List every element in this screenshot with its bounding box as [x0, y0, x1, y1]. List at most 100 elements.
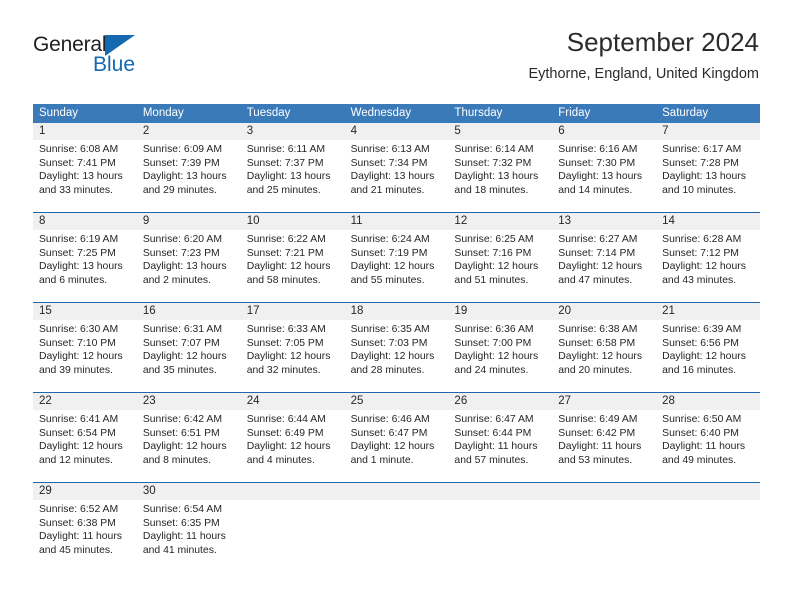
calendar-day-cell[interactable]: 15 Sunrise: 6:30 AM Sunset: 7:10 PM Dayligh…: [33, 303, 137, 392]
calendar-day-cell[interactable]: 6 Sunrise: 6:16 AM Sunset: 7:30 PM Daylight…: [552, 123, 656, 212]
day-details: Sunrise: 6:46 AM Sunset: 6:47 PM Daylight:…: [351, 413, 443, 467]
day-details: Sunrise: 6:09 AM Sunset: 7:39 PM Daylight:…: [143, 143, 235, 197]
sunrise-text: Sunrise: 6:54 AM: [142, 504, 222, 515]
sunset-text: Sunset: 7:39 PM: [142, 157, 220, 169]
daylight-text-line2: and 25 minutes.: [246, 184, 321, 196]
daylight-text-line2: and 57 minutes.: [454, 454, 529, 466]
day-number: 16: [142, 305, 156, 317]
sunrise-text: Sunrise: 6:38 AM: [558, 324, 638, 335]
calendar-day-cell[interactable]: 4 Sunrise: 6:13 AM Sunset: 7:34 PM Daylight…: [345, 123, 449, 212]
sunset-text: Sunset: 7:10 PM: [39, 337, 116, 349]
sunset-text: Sunset: 6:51 PM: [142, 427, 220, 439]
calendar-day-cell[interactable]: 13 Sunrise: 6:27 AM Sunset: 7:14 PM Dayligh…: [552, 213, 656, 302]
brand-logo[interactable]: General Blue: [33, 34, 253, 94]
sunset-text: Sunset: 7:21 PM: [246, 247, 324, 259]
calendar-day-cell[interactable]: 5 Sunrise: 6:14 AM Sunset: 7:32 PM Daylight…: [448, 123, 552, 212]
daylight-text-line2: and 1 minute.: [350, 454, 414, 466]
day-details: Sunrise: 6:44 AM Sunset: 6:49 PM Daylight:…: [247, 413, 339, 467]
sunrise-text: Sunrise: 6:47 AM: [454, 414, 534, 425]
calendar-day-cell[interactable]: 21 Sunrise: 6:39 AM Sunset: 6:56 PM Dayligh…: [656, 303, 760, 392]
calendar-day-cell[interactable]: 24 Sunrise: 6:44 AM Sunset: 6:49 PM Dayligh…: [241, 393, 345, 482]
calendar-week-row: 29 Sunrise: 6:52 AM Sunset: 6:38 PM Dayligh…: [33, 482, 760, 571]
day-number: 24: [246, 395, 260, 407]
calendar-day-cell[interactable]: 19 Sunrise: 6:36 AM Sunset: 7:00 PM Dayligh…: [448, 303, 552, 392]
calendar-day-cell[interactable]: 16 Sunrise: 6:31 AM Sunset: 7:07 PM Dayligh…: [137, 303, 241, 392]
calendar-day-cell[interactable]: 17 Sunrise: 6:33 AM Sunset: 7:05 PM Dayligh…: [241, 303, 345, 392]
day-details: Sunrise: 6:14 AM Sunset: 7:32 PM Daylight:…: [454, 143, 546, 197]
calendar-cell-empty: [552, 483, 656, 571]
daylight-text-line1: Daylight: 12 hours: [39, 441, 123, 453]
weekday-header-saturday: Saturday: [662, 107, 709, 119]
day-number: 27: [558, 395, 572, 407]
week-cells: 15 Sunrise: 6:30 AM Sunset: 7:10 PM Dayligh…: [33, 303, 760, 392]
page-subtitle: Eythorne, England, United Kingdom: [528, 65, 759, 82]
sunset-text: Sunset: 7:30 PM: [558, 157, 636, 169]
sunset-text: Sunset: 6:35 PM: [142, 517, 220, 529]
sunset-text: Sunset: 7:00 PM: [454, 337, 532, 349]
calendar-day-cell[interactable]: 14 Sunrise: 6:28 AM Sunset: 7:12 PM Dayligh…: [656, 213, 760, 302]
day-number: 30: [142, 485, 156, 497]
calendar-day-cell[interactable]: 10 Sunrise: 6:22 AM Sunset: 7:21 PM Dayligh…: [241, 213, 345, 302]
daylight-text-line1: Daylight: 13 hours: [142, 261, 227, 273]
calendar-day-cell[interactable]: 9 Sunrise: 6:20 AM Sunset: 7:23 PM Daylight…: [137, 213, 241, 302]
calendar-day-cell[interactable]: 20 Sunrise: 6:38 AM Sunset: 6:58 PM Dayligh…: [552, 303, 656, 392]
calendar-day-cell[interactable]: 27 Sunrise: 6:49 AM Sunset: 6:42 PM Dayligh…: [552, 393, 656, 482]
daylight-text-line2: and 6 minutes.: [39, 274, 108, 286]
week-cells: 8 Sunrise: 6:19 AM Sunset: 7:25 PM Daylight…: [33, 213, 760, 302]
day-number: 23: [142, 395, 156, 407]
daylight-text-line2: and 24 minutes.: [454, 364, 529, 376]
week-cells: 1 Sunrise: 6:08 AM Sunset: 7:41 PM Daylight…: [33, 123, 760, 212]
logo-text-blue: Blue: [93, 53, 136, 76]
calendar-day-cell[interactable]: 23 Sunrise: 6:42 AM Sunset: 6:51 PM Dayligh…: [137, 393, 241, 482]
day-number: 9: [142, 215, 150, 227]
day-number: 18: [350, 305, 364, 317]
daylight-text-line2: and 21 minutes.: [350, 184, 425, 196]
daylight-text-line2: and 12 minutes.: [39, 454, 113, 466]
day-details: Sunrise: 6:13 AM Sunset: 7:34 PM Daylight:…: [351, 143, 443, 197]
day-details: Sunrise: 6:17 AM Sunset: 7:28 PM Daylight:…: [662, 143, 754, 197]
calendar-day-cell[interactable]: 18 Sunrise: 6:35 AM Sunset: 7:03 PM Dayligh…: [345, 303, 449, 392]
calendar-week-row: 8 Sunrise: 6:19 AM Sunset: 7:25 PM Daylight…: [33, 212, 760, 302]
calendar-day-cell[interactable]: 12 Sunrise: 6:25 AM Sunset: 7:16 PM Dayligh…: [448, 213, 552, 302]
daylight-text-line1: Daylight: 12 hours: [246, 441, 331, 453]
calendar-day-cell[interactable]: 28 Sunrise: 6:50 AM Sunset: 6:40 PM Dayligh…: [656, 393, 760, 482]
calendar-day-cell[interactable]: 7 Sunrise: 6:17 AM Sunset: 7:28 PM Daylight…: [656, 123, 760, 212]
day-details: Sunrise: 6:22 AM Sunset: 7:21 PM Daylight:…: [247, 233, 339, 287]
calendar-day-cell[interactable]: 25 Sunrise: 6:46 AM Sunset: 6:47 PM Dayligh…: [345, 393, 449, 482]
day-number: 13: [558, 215, 572, 227]
calendar-day-cell[interactable]: 8 Sunrise: 6:19 AM Sunset: 7:25 PM Daylight…: [33, 213, 137, 302]
sunrise-text: Sunrise: 6:09 AM: [142, 144, 222, 155]
calendar-day-cell[interactable]: 29 Sunrise: 6:52 AM Sunset: 6:38 PM Dayligh…: [33, 483, 137, 571]
calendar-day-cell[interactable]: 3 Sunrise: 6:11 AM Sunset: 7:37 PM Daylight…: [241, 123, 345, 212]
day-details: Sunrise: 6:33 AM Sunset: 7:05 PM Daylight:…: [247, 323, 339, 377]
day-number: 10: [246, 215, 260, 227]
daylight-text-line1: Daylight: 13 hours: [39, 261, 123, 273]
daylight-text-line1: Daylight: 13 hours: [454, 171, 539, 183]
sunrise-text: Sunrise: 6:24 AM: [350, 234, 430, 245]
calendar-day-cell[interactable]: 26 Sunrise: 6:47 AM Sunset: 6:44 PM Dayligh…: [448, 393, 552, 482]
sunrise-text: Sunrise: 6:17 AM: [662, 144, 742, 155]
sunset-text: Sunset: 6:47 PM: [350, 427, 428, 439]
sunset-text: Sunset: 7:37 PM: [246, 157, 324, 169]
sunrise-text: Sunrise: 6:25 AM: [454, 234, 534, 245]
day-number: 22: [39, 395, 52, 407]
daylight-text-line2: and 2 minutes.: [142, 274, 212, 286]
sunrise-text: Sunrise: 6:31 AM: [142, 324, 222, 335]
calendar-day-cell[interactable]: 22 Sunrise: 6:41 AM Sunset: 6:54 PM Dayligh…: [33, 393, 137, 482]
day-details: Sunrise: 6:27 AM Sunset: 7:14 PM Daylight:…: [558, 233, 650, 287]
weekday-header-thursday: Thursday: [454, 107, 503, 119]
calendar-day-cell[interactable]: 30 Sunrise: 6:54 AM Sunset: 6:35 PM Dayligh…: [137, 483, 241, 571]
day-number: 12: [454, 215, 468, 227]
calendar-cell-empty: [656, 483, 760, 571]
daylight-text-line2: and 32 minutes.: [246, 364, 321, 376]
sunrise-text: Sunrise: 6:16 AM: [558, 144, 638, 155]
title-block: September 2024 Eythorne, England, United…: [528, 27, 759, 83]
calendar-day-cell[interactable]: 1 Sunrise: 6:08 AM Sunset: 7:41 PM Daylight…: [33, 123, 137, 212]
calendar-page: General Blue September 2024 Eythorne, En…: [0, 0, 792, 612]
calendar-day-cell[interactable]: 2 Sunrise: 6:09 AM Sunset: 7:39 PM Daylight…: [137, 123, 241, 212]
daylight-text-line2: and 43 minutes.: [662, 274, 737, 286]
calendar-cell-empty: [448, 483, 552, 571]
day-number: 8: [39, 215, 46, 227]
sunrise-text: Sunrise: 6:22 AM: [246, 234, 326, 245]
calendar-day-cell[interactable]: 11 Sunrise: 6:24 AM Sunset: 7:19 PM Dayligh…: [345, 213, 449, 302]
